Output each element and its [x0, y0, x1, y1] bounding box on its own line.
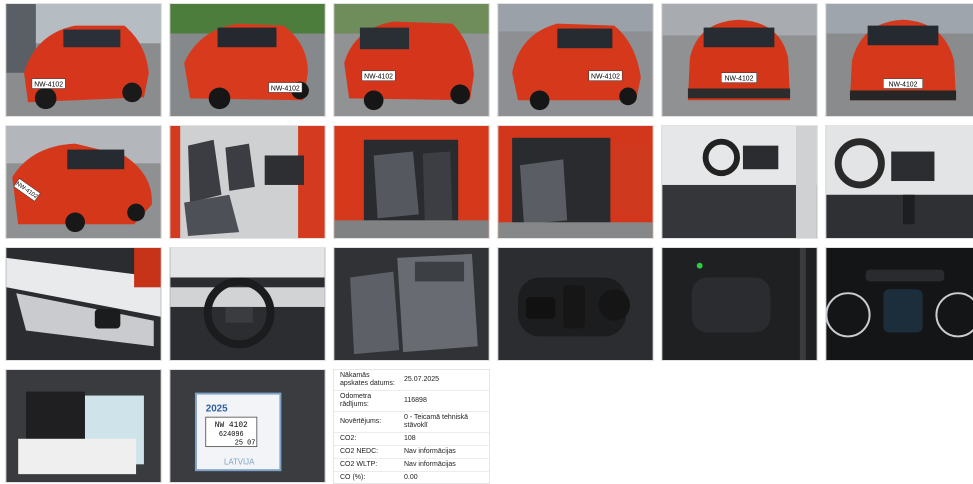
spec-value: 116898	[401, 390, 489, 412]
sticker-date: 25 07	[235, 440, 256, 448]
spec-label: Odometra rādījums:	[334, 390, 401, 412]
photo-thumb-front-quarter[interactable]: NW-4102	[169, 3, 326, 117]
photo-thumb-rear-seats[interactable]	[497, 125, 654, 239]
license-plate: NW-4102	[364, 74, 393, 81]
photo-thumb-steering-wheel[interactable]	[169, 247, 326, 361]
photo-thumb-rear-right[interactable]: NW-4102	[497, 3, 654, 117]
license-plate: NW-4102	[34, 82, 63, 89]
table-row: CO2: 108	[334, 432, 489, 446]
vehicle-specs-table: Nākamās apskates datums: 25.07.2025 Odom…	[333, 369, 490, 484]
spec-label: CO2 WLTP:	[334, 458, 401, 472]
license-plate: NW-4102	[725, 76, 754, 83]
license-plate: NW-4102	[271, 85, 300, 92]
photo-thumb-dashboard[interactable]	[825, 125, 973, 239]
photo-thumb-rear-door-open[interactable]	[333, 125, 490, 239]
photo-thumb-rear-left[interactable]: NW-4102	[333, 3, 490, 117]
table-row: CO2 NEDC: Nav informācijas	[334, 445, 489, 459]
spec-value: Nav informācijas	[401, 458, 489, 472]
spec-value: Nav informācijas	[401, 445, 489, 459]
photo-thumb-front-left[interactable]: NW-4102	[5, 3, 162, 117]
photo-thumb-inspection-sticker[interactable]: 2025 NW 4102 624096 25 07 LATVIJA	[169, 369, 326, 483]
sticker-year: 2025	[206, 403, 228, 414]
spec-label: CO (%):	[334, 471, 401, 483]
photo-thumb-seat-detail[interactable]	[333, 247, 490, 361]
spec-value: 0.00	[401, 471, 489, 483]
spec-label: Nākamās apskates datums:	[334, 370, 401, 391]
table-row: Nākamās apskates datums: 25.07.2025	[334, 370, 489, 391]
photo-thumb-instrument-cluster[interactable]	[825, 247, 973, 361]
table-row: CO2 WLTP: Nav informācijas	[334, 458, 489, 472]
sticker-plate: NW 4102	[215, 421, 248, 430]
table-row: Novērtējums: 0 - Teicamā tehniskā stāvok…	[334, 411, 489, 433]
spec-label: CO2 NEDC:	[334, 445, 401, 459]
photo-thumb-switch-panel[interactable]	[497, 247, 654, 361]
spec-label: Novērtējums:	[334, 411, 401, 433]
photo-thumb-cruise-control[interactable]	[661, 247, 818, 361]
table-row: CO (%): 0.00	[334, 471, 489, 483]
spec-value: 0 - Teicamā tehniskā stāvoklī	[401, 411, 489, 433]
photo-thumb-dash-vent[interactable]	[5, 247, 162, 361]
spec-value: 25.07.2025	[401, 370, 489, 391]
photo-thumb-documents[interactable]	[5, 369, 162, 483]
spec-label: CO2:	[334, 432, 401, 446]
table-row: Odometra rādījums: 116898	[334, 390, 489, 412]
license-plate: NW-4102	[889, 82, 918, 89]
spec-value: 108	[401, 432, 489, 446]
photo-thumb-cockpit[interactable]	[661, 125, 818, 239]
license-plate: NW-4102	[591, 74, 620, 81]
photo-thumb-front-high[interactable]: NW-4102	[5, 125, 162, 239]
sticker-code: 624096	[219, 431, 244, 439]
sticker-country: LATVIJA	[224, 457, 255, 466]
photo-thumb-front[interactable]: NW-4102	[825, 3, 973, 117]
photo-thumb-front-seats[interactable]	[169, 125, 326, 239]
photo-thumb-rear[interactable]: NW-4102	[661, 3, 818, 117]
